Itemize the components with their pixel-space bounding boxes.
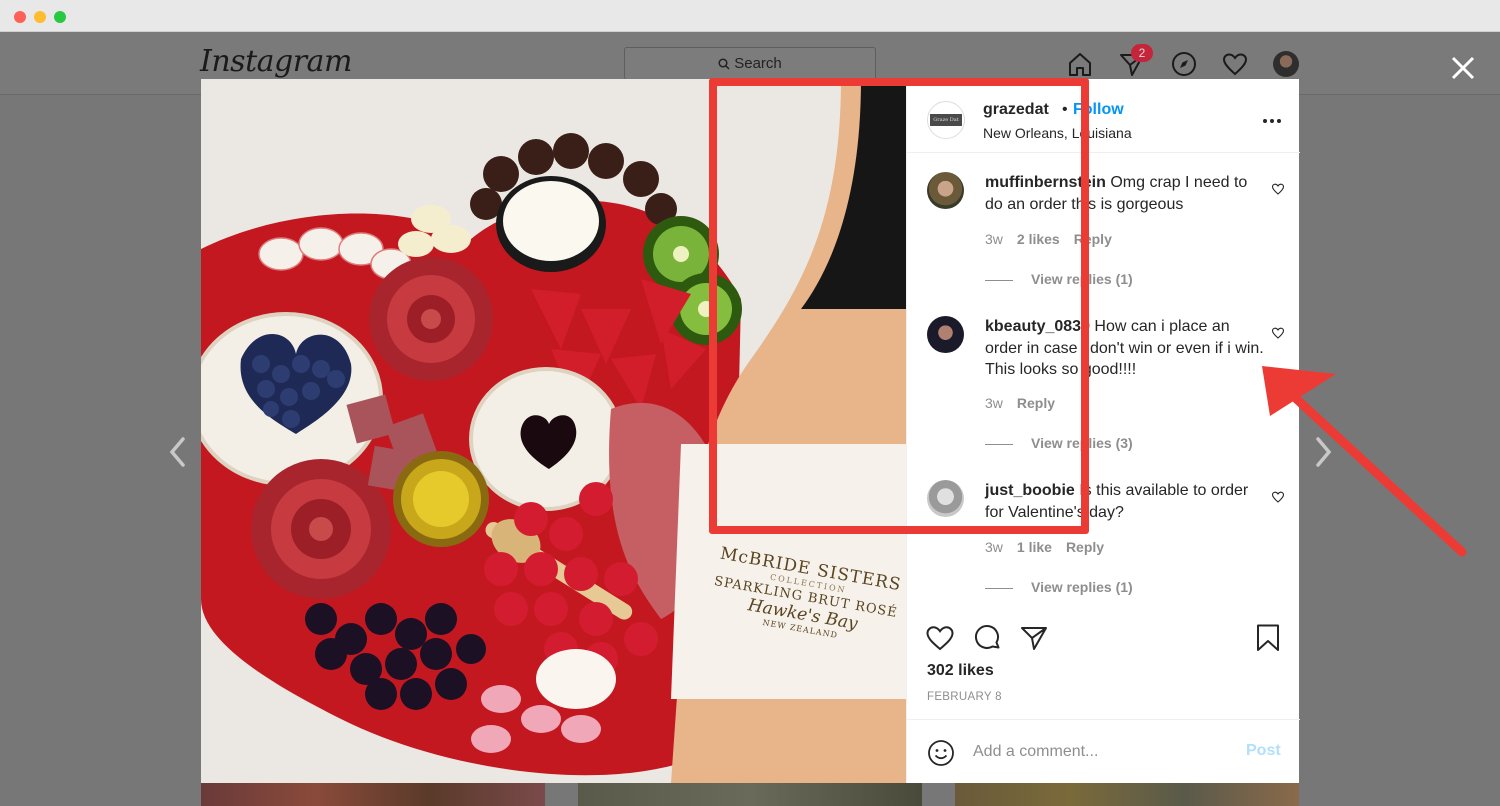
view-replies-button[interactable]: View replies (1) <box>985 579 1133 595</box>
grid-thumbnail[interactable] <box>578 783 922 806</box>
notification-badge: 2 <box>1131 44 1153 62</box>
window-titlebar <box>0 0 1500 32</box>
emoji-smiley-icon[interactable] <box>927 739 955 767</box>
search-box[interactable]: Search <box>624 47 876 80</box>
share-paper-plane-icon[interactable] <box>1019 623 1049 653</box>
add-comment-input[interactable] <box>973 740 1223 764</box>
comment-meta: 3w 1 like Reply <box>985 539 1118 555</box>
replies-line-divider <box>985 587 1013 589</box>
search-icon <box>718 58 730 70</box>
instagram-logo[interactable]: Instagram <box>200 44 352 79</box>
save-bookmark-icon[interactable] <box>1253 623 1283 653</box>
post-date[interactable]: FEBRUARY 8 <box>927 691 1002 703</box>
annotation-highlight-box <box>709 78 1089 534</box>
like-comment-heart-icon[interactable] <box>1271 182 1285 196</box>
search-placeholder: Search <box>734 55 782 72</box>
home-icon[interactable] <box>1066 50 1094 78</box>
grid-thumbnail[interactable] <box>201 783 545 806</box>
explore-compass-icon[interactable] <box>1170 50 1198 78</box>
add-comment-bar: Post <box>907 719 1300 783</box>
reply-button[interactable]: Reply <box>1066 539 1104 555</box>
comment-age[interactable]: 3w <box>985 539 1003 555</box>
comment-likes[interactable]: 1 like <box>1017 539 1052 555</box>
grid-thumbnail[interactable] <box>955 783 1299 806</box>
close-window-button[interactable] <box>14 11 26 23</box>
post-comment-button[interactable]: Post <box>1246 742 1281 760</box>
annotation-arrow-icon <box>1262 366 1467 557</box>
comment-bubble-icon[interactable] <box>973 623 1003 653</box>
minimize-window-button[interactable] <box>34 11 46 23</box>
like-comment-heart-icon[interactable] <box>1271 326 1285 340</box>
close-modal-icon[interactable] <box>1450 55 1476 81</box>
more-options-icon[interactable] <box>1262 117 1282 125</box>
previous-post-arrow-icon[interactable] <box>168 436 188 468</box>
profile-avatar[interactable] <box>1273 51 1299 77</box>
activity-heart-icon[interactable] <box>1221 50 1249 78</box>
like-count[interactable]: 302 likes <box>927 662 994 680</box>
like-heart-icon[interactable] <box>925 623 955 653</box>
view-replies-label: View replies (1) <box>1031 579 1133 595</box>
zoom-window-button[interactable] <box>54 11 66 23</box>
